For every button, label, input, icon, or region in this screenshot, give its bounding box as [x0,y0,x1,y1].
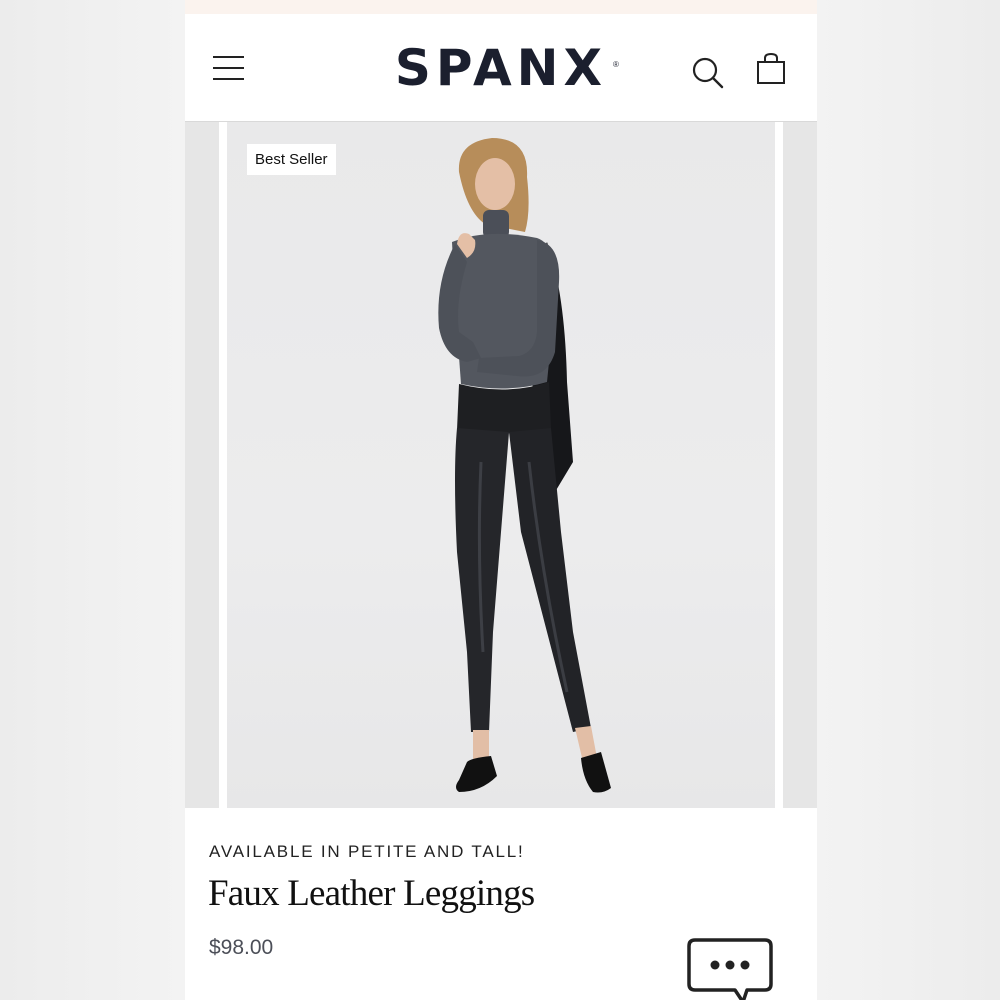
product-price: $98.00 [209,936,274,959]
product-image-carousel[interactable]: Best Seller [185,122,817,808]
product-image[interactable]: Best Seller [227,122,775,808]
previous-slide-peek[interactable] [185,122,219,808]
brand-logo[interactable]: SPANX [381,38,621,98]
availability-note: AVAILABLE IN PETITE AND TALL! [209,842,525,861]
registered-mark: ® [613,60,619,69]
site-header: SPANX ® [185,14,817,122]
mobile-viewport: SPANX ® Best Seller AVAILABLE IN PETITE … [185,0,817,1000]
best-seller-badge: Best Seller [247,144,336,175]
chat-bubble-icon[interactable] [685,936,775,1000]
promo-strip [185,0,817,14]
model-photo [438,138,611,793]
product-info: AVAILABLE IN PETITE AND TALL! Faux Leath… [185,808,817,1000]
shopping-bag-icon[interactable] [756,52,786,86]
hamburger-menu-icon[interactable] [213,56,245,82]
next-slide-peek[interactable] [783,122,817,808]
product-title: Faux Leather Leggings [208,873,535,914]
search-icon[interactable] [691,56,725,90]
